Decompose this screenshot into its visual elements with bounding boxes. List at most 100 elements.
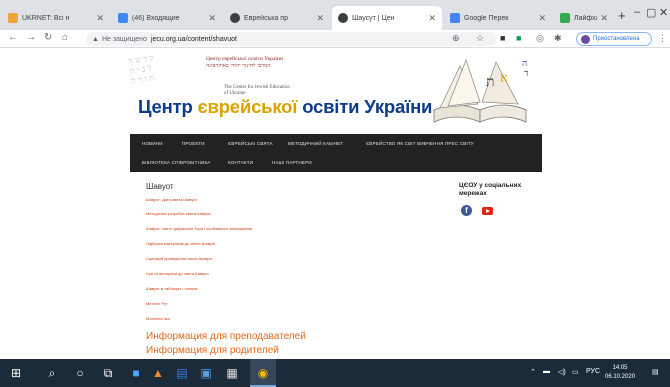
windows-start-icon[interactable]: ⊞ [8,365,24,381]
windows-taskbar: ⊞ ⌕ ○ ⧉ ■ ▲ ▤ ▣ ▦ ◉ ⌃ ▬ ◁) ▭ РУС 14:05 0… [0,359,670,387]
org-name-he: המרכז לחינוך יהודי באוקראינה [206,63,271,69]
mail-favicon-icon [118,13,128,23]
site-header: ק ד ש הל ב י תת ו ר ה Центр єврейської о… [127,48,542,132]
mail-app-icon[interactable]: ■ [128,365,144,381]
site-title[interactable]: Центр єврейської освіти України [138,96,432,118]
tab-lifehacks[interactable]: Лайфхаки вс ✕ [554,6,614,30]
extension-circle-icon[interactable]: ◎ [536,33,544,44]
tab-strip: UKRNET: Всі н ✕ (46) Входящие ✕ Еврейськ… [0,0,670,30]
close-icon[interactable]: ✕ [316,13,324,24]
tab-title: Шаусут | Цен [352,14,395,22]
article-link[interactable]: Ігри та вікторини до свята Шавуот [146,271,209,276]
article-link[interactable]: Мегілат Рут [146,301,168,306]
close-window-icon[interactable]: ✕ [659,6,668,19]
tab-title: Лайфхаки вс [574,14,597,22]
tray-overflow-icon[interactable]: ⌃ [530,368,536,376]
nav-item-partners[interactable]: Наші партнери [272,160,312,165]
article-link[interactable]: Шавуот: Дата свята Шавуот [146,197,197,202]
nav-item-jewish-world[interactable]: Єврейство як світ вивчення прес світу [366,141,474,146]
browser-toolbar: ← → ↻ ⌂ ▲ Не защищено jecu.org.ua/conten… [0,30,670,48]
extension-icon[interactable]: ■ [500,33,505,43]
notifications-icon[interactable]: ▤ [652,368,659,376]
chrome-icon[interactable]: ◉ [255,365,271,381]
main-navigation: Новини Проекти Єврейські свята Методични… [130,134,542,172]
globe-favicon-icon [338,13,348,23]
forward-arrow-icon[interactable]: → [26,32,36,43]
close-icon[interactable]: ✕ [600,13,608,24]
close-icon[interactable]: ✕ [208,13,216,24]
teachers-info-link[interactable]: Информация для преподавателей [146,331,306,342]
zoom-icon[interactable]: ⊕ [452,33,460,44]
nav-item-library[interactable]: Бібліотека співробітника [142,160,210,165]
parents-info-link[interactable]: Информация для родителей [146,345,279,356]
lifehacks-favicon-icon [560,13,570,23]
store-app-icon[interactable]: ▦ [224,365,240,381]
sheets-extension-icon[interactable]: ■ [516,33,521,43]
profile-label: Приостановлена [593,36,640,42]
svg-text:ת: ת [486,74,495,90]
tab-title: UKRNET: Всі н [22,14,70,22]
globe-favicon-icon [230,13,240,23]
nav-item-holidays[interactable]: Єврейські свята [228,141,273,146]
youtube-icon[interactable] [482,207,493,215]
vlc-icon[interactable]: ▲ [150,365,166,381]
ukrnet-favicon-icon [8,13,18,23]
news-app-icon[interactable]: ▤ [174,365,190,381]
search-icon[interactable]: ⌕ [44,365,60,381]
article-link[interactable]: Підборка матеріалів до свята Шавуот [146,241,216,246]
page-title: Шавуот [146,182,174,191]
reload-icon[interactable]: ↻ [44,32,52,43]
article-link[interactable]: Молочна їжа [146,316,170,321]
close-icon[interactable]: ✕ [538,13,546,24]
nav-item-methodical[interactable]: Методичний кабінет [288,141,343,146]
maximize-icon[interactable]: ▢ [646,6,656,19]
open-book-logo-icon: ת א ה ד [433,58,528,123]
puzzle-icon[interactable]: ✱ [554,33,562,44]
cortana-icon[interactable]: ○ [72,365,88,381]
tab-inbox[interactable]: (46) Входящие ✕ [112,6,222,30]
address-bar[interactable]: ▲ Не защищено jecu.org.ua/content/shavuo… [86,32,496,46]
photos-app-icon[interactable]: ▣ [198,365,214,381]
close-icon[interactable]: ✕ [96,13,104,24]
nav-item-projects[interactable]: Проекти [182,141,205,146]
article-link[interactable]: Шавуот: свято дарування Тори і особливос… [146,226,252,231]
tab-ukrnet[interactable]: UKRNET: Всі н ✕ [2,6,110,30]
minimize-icon[interactable]: – [634,6,640,18]
avatar [581,34,590,44]
tab-title: Google Перек [464,14,509,22]
close-icon[interactable]: ✕ [428,13,436,24]
org-name-ua: Центр єврейської освіти України [206,56,283,62]
tab-google-translate[interactable]: Google Перек ✕ [444,6,552,30]
article-link[interactable]: Методична розробка свята Шавуот [146,211,211,216]
tab-jewish-education[interactable]: Еврейська пр ✕ [224,6,330,30]
url-text: jecu.org.ua/content/shavuot [150,35,237,43]
volume-icon[interactable]: ◁) [558,368,566,376]
nav-item-news[interactable]: Новини [142,141,163,146]
facebook-icon[interactable]: f [461,205,472,216]
svg-text:ה: ה [522,59,527,69]
security-status: Не защищено [101,35,147,43]
home-icon[interactable]: ⌂ [62,32,68,43]
svg-text:א: א [500,71,508,86]
svg-text:ד: ד [524,69,528,79]
bookmark-star-icon[interactable]: ☆ [476,33,484,44]
tab-title: (46) Входящие [132,14,180,22]
warning-icon: ▲ [92,35,99,43]
task-view-icon[interactable]: ⧉ [100,365,116,381]
profile-button[interactable]: Приостановлена [576,32,652,46]
tab-title: Еврейська пр [244,14,288,22]
article-link[interactable]: Шавуот в таблицях і схемах [146,286,198,291]
language-indicator[interactable]: РУС [586,368,600,375]
system-clock[interactable]: 14:05 06.10.2020 [605,364,635,382]
battery-icon[interactable]: ▭ [572,368,579,376]
new-tab-button[interactable]: + [618,8,626,23]
nav-item-contacts[interactable]: Контакти [228,160,253,165]
article-link[interactable]: Сценарій проведення свята Шавуот [146,256,213,261]
hebrew-calligraphy-decoration: ק ד ש הל ב י תת ו ר ה [127,53,155,86]
menu-icon[interactable]: ⋮ [658,33,667,44]
back-arrow-icon[interactable]: ← [8,32,18,43]
social-section-title: ЦЄОУ у соціальних мережах [459,182,522,197]
network-icon[interactable]: ▬ [543,368,550,375]
tab-shavuot[interactable]: Шаусут | Цен ✕ [332,6,442,30]
page-viewport: ק ד ש הל ב י תת ו ר ה Центр єврейської о… [0,48,670,359]
